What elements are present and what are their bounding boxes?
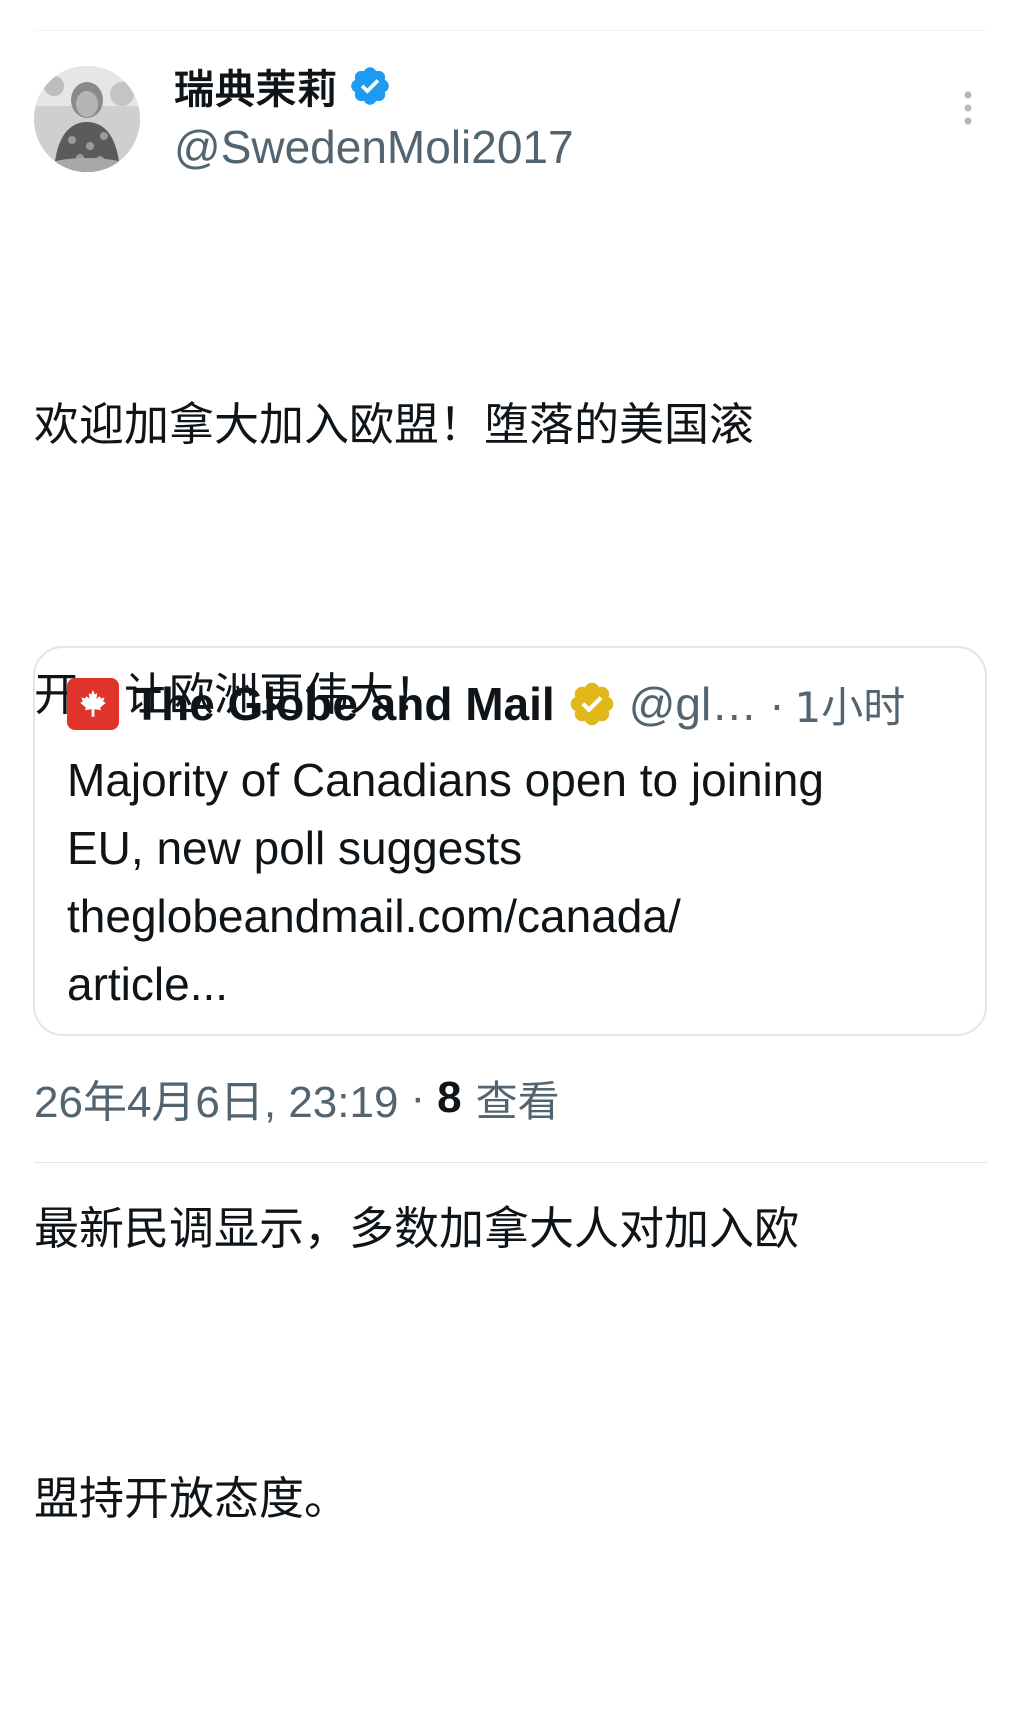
quoted-time: 1小时 [794, 682, 906, 732]
quoted-tweet-text: Majority of Canadians open to joining EU… [67, 746, 967, 1018]
maple-leaf-icon [80, 689, 106, 717]
author-avatar[interactable] [34, 66, 140, 172]
quoted-author-name[interactable]: The Globe and Mail [133, 677, 555, 731]
tweet-text-line: 欢迎加拿大加入欧盟！堕落的美国滚 [34, 398, 755, 451]
views-label: 查看 [475, 1076, 560, 1126]
author-name-row: 瑞典茉莉 [174, 58, 392, 114]
verified-gold-badge-icon [570, 682, 614, 726]
verified-badge-icon [351, 67, 389, 105]
quoted-text-line: Majority of Canadians open to joining [67, 754, 824, 806]
quoted-tweet-header: The Globe and Mail @gl… · 1小时 [67, 676, 905, 732]
tweet-text-line: 最新民调显示，多数加拿大人对加入欧 [34, 1202, 800, 1255]
quoted-tweet-card[interactable]: The Globe and Mail @gl… · 1小时 Majority o… [33, 646, 987, 1036]
views-count: 8 [437, 1073, 462, 1122]
quoted-link-line[interactable]: theglobeandmail.com/canada/ [67, 882, 967, 950]
author-handle[interactable]: @SwedenMoli2017 [174, 120, 574, 174]
tweet-timestamp[interactable]: 26年4月6日, 23:19 [34, 1066, 398, 1130]
quoted-link-line[interactable]: article... [67, 950, 967, 1018]
top-divider [34, 30, 987, 31]
person-photo-avatar-icon [34, 66, 140, 172]
globe-and-mail-logo [67, 678, 119, 730]
bottom-divider [34, 1162, 987, 1163]
more-vertical-icon[interactable] [958, 88, 978, 128]
author-display-name[interactable]: 瑞典茉莉 [174, 57, 338, 115]
tweet-meta: 26年4月6日, 23:19 · 8 查看 [34, 1068, 560, 1128]
quoted-author-handle[interactable]: @gl… [629, 677, 758, 731]
tweet-text-line: 盟持开放态度。 [34, 1472, 350, 1525]
quoted-text-line: EU, new poll suggests [67, 822, 523, 874]
meta-separator-dot: · [410, 1073, 426, 1122]
quoted-separator-dot: · [769, 678, 785, 730]
